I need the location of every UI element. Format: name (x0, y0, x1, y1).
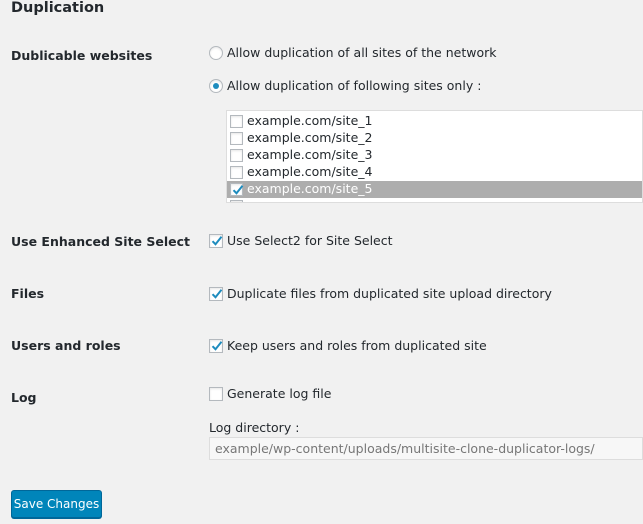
site-list-item[interactable]: example.com/site_3 (227, 147, 642, 164)
site-list-item[interactable]: example.com/site_2 (227, 130, 642, 147)
log-directory-label: Log directory : (209, 420, 300, 435)
log-directory-input[interactable]: example/wp-content/uploads/multisite-clo… (209, 437, 643, 460)
files-checkbox[interactable] (209, 287, 223, 301)
enhanced-select-label: Use Enhanced Site Select (11, 234, 190, 249)
radio-selected-sites-label: Allow duplication of following sites onl… (227, 78, 482, 93)
users-checkbox[interactable] (209, 339, 223, 353)
site-label: example.com/site_1 (247, 113, 373, 128)
site-label: example.com/site_4 (247, 164, 373, 179)
checkmark-icon (211, 341, 223, 351)
site-checkbox[interactable] (230, 149, 243, 162)
site-checkbox (230, 200, 243, 202)
site-checkbox[interactable] (230, 115, 243, 128)
users-label: Users and roles (11, 338, 121, 353)
dublicable-websites-label: Dublicable websites (11, 48, 153, 63)
site-checkbox[interactable] (230, 166, 243, 179)
checkmark-icon (211, 236, 223, 246)
site-label: example.com/site_5 (247, 181, 373, 196)
site-list-item[interactable]: example.com/site_1 (227, 113, 642, 130)
site-label: example.com/site_2 (247, 130, 373, 145)
enhanced-select-option: Use Select2 for Site Select (227, 233, 393, 248)
section-title: Duplication (11, 0, 105, 16)
site-list-item[interactable]: example.com/site_5 (227, 181, 642, 198)
save-changes-button[interactable]: Save Changes (11, 490, 102, 518)
files-label: Files (11, 286, 45, 301)
checkmark-icon (232, 185, 244, 195)
log-option: Generate log file (227, 386, 332, 401)
site-checkbox[interactable] (230, 132, 243, 145)
site-list-item-partial (227, 198, 642, 202)
site-list[interactable]: example.com/site_1 example.com/site_2 ex… (226, 110, 643, 203)
enhanced-select-checkbox[interactable] (209, 234, 223, 248)
radio-all-sites-label: Allow duplication of all sites of the ne… (227, 45, 497, 60)
log-label: Log (11, 390, 37, 405)
radio-all-sites[interactable] (209, 46, 223, 60)
site-label: example.com/site_3 (247, 147, 373, 162)
users-option: Keep users and roles from duplicated sit… (227, 338, 487, 353)
site-checkbox[interactable] (230, 183, 244, 196)
checkmark-icon (211, 289, 223, 299)
log-checkbox[interactable] (209, 387, 223, 401)
radio-selected-sites[interactable] (209, 79, 223, 93)
files-option: Duplicate files from duplicated site upl… (227, 286, 552, 301)
site-list-item[interactable]: example.com/site_4 (227, 164, 642, 181)
